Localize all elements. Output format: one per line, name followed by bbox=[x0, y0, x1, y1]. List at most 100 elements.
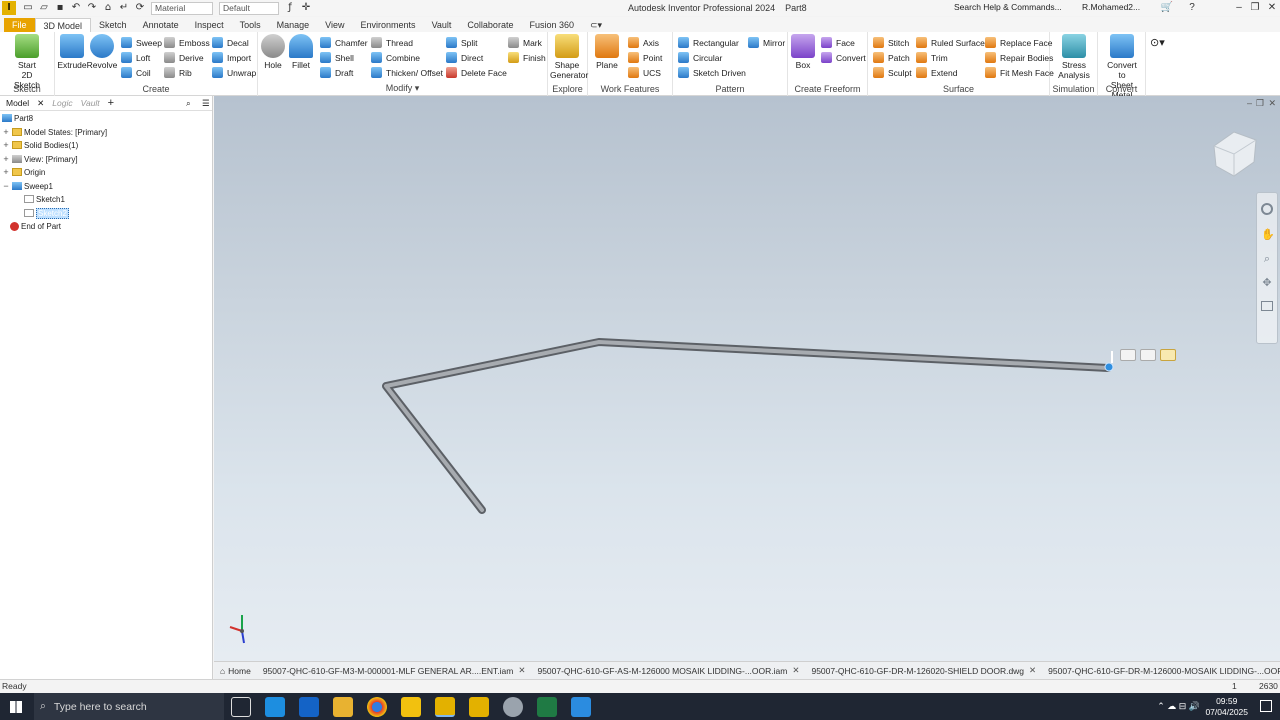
taskbar-search-input[interactable]: ⌕ Type here to search bbox=[34, 693, 224, 720]
stitch-button[interactable]: Stitch bbox=[873, 35, 909, 50]
file-explorer-icon[interactable] bbox=[333, 696, 353, 717]
loft-button[interactable]: Loft bbox=[121, 50, 150, 65]
delete-face-button[interactable]: Delete Face bbox=[446, 65, 507, 80]
panel-label-modify[interactable]: Modify ▾ bbox=[258, 83, 547, 94]
browser-tab-vault[interactable]: Vault bbox=[77, 98, 104, 108]
draft-button[interactable]: Draft bbox=[320, 65, 353, 80]
redo-icon[interactable]: ↷ bbox=[86, 2, 98, 14]
mini-toolbar-edit-icon[interactable] bbox=[1120, 349, 1136, 361]
system-tray-icons[interactable]: ⌃ ☁ ⊟ 🔊 bbox=[1157, 701, 1200, 712]
tab-3d-model[interactable]: 3D Model bbox=[34, 18, 92, 32]
clock[interactable]: 09:59 07/04/2025 bbox=[1205, 696, 1248, 718]
fit-mesh-face-button[interactable]: Fit Mesh Face bbox=[985, 65, 1054, 80]
tab-annotate[interactable]: Annotate bbox=[135, 18, 187, 32]
tree-node-end-of-part[interactable]: End of Part bbox=[10, 220, 61, 232]
cart-icon[interactable]: 🛒 bbox=[1159, 1, 1175, 15]
user-account[interactable]: R.Mohamed2... bbox=[1082, 2, 1140, 12]
patch-button[interactable]: Patch bbox=[873, 50, 910, 65]
new-icon[interactable]: ▭ bbox=[22, 2, 34, 14]
rib-button[interactable]: Rib bbox=[164, 65, 192, 80]
ucs-button[interactable]: UCS bbox=[628, 65, 661, 80]
vscode-icon[interactable] bbox=[571, 696, 591, 717]
freeform-convert-button[interactable]: Convert bbox=[821, 50, 866, 65]
doc-tab[interactable]: 95007-QHC-610-GF-DR-M-126000-MOSAIK LIDD… bbox=[1042, 665, 1280, 676]
sculpt-button[interactable]: Sculpt bbox=[873, 65, 912, 80]
minimize-icon[interactable]: – bbox=[1231, 1, 1247, 15]
axis-button[interactable]: Axis bbox=[628, 35, 659, 50]
point-button[interactable]: Point bbox=[628, 50, 662, 65]
repair-bodies-button[interactable]: Repair Bodies bbox=[985, 50, 1053, 65]
replace-face-button[interactable]: Replace Face bbox=[985, 35, 1052, 50]
view-cube-icon[interactable] bbox=[1213, 131, 1257, 177]
excel-icon[interactable] bbox=[537, 696, 557, 717]
browser-tab-model[interactable]: Model bbox=[2, 98, 33, 108]
measure-icon[interactable]: ✛ bbox=[300, 2, 312, 14]
chrome-icon[interactable] bbox=[367, 696, 387, 717]
tab-view[interactable]: View bbox=[317, 18, 352, 32]
open-icon[interactable]: ▱ bbox=[38, 2, 50, 14]
tab-file[interactable]: File bbox=[4, 18, 35, 32]
tab-vault[interactable]: Vault bbox=[424, 18, 460, 32]
trim-button[interactable]: Trim bbox=[916, 50, 948, 65]
orbit-icon[interactable]: ✥ bbox=[1261, 277, 1273, 289]
expand-icon[interactable]: + bbox=[2, 127, 10, 137]
finish-button[interactable]: Finish bbox=[508, 50, 546, 65]
home-icon[interactable]: ⌂ bbox=[102, 2, 114, 14]
browser-search-icon[interactable]: ⌕ bbox=[182, 98, 195, 109]
thread-button[interactable]: Thread bbox=[371, 35, 413, 50]
split-button[interactable]: Split bbox=[446, 35, 478, 50]
inventor-taskbar-icon[interactable] bbox=[435, 696, 455, 717]
zoom-icon[interactable]: ⌕ bbox=[1261, 253, 1273, 265]
direct-button[interactable]: Direct bbox=[446, 50, 483, 65]
task-view-icon[interactable] bbox=[231, 696, 251, 717]
rectangular-pattern-button[interactable]: Rectangular bbox=[678, 35, 739, 50]
tree-node-sweep1[interactable]: − Sweep1 bbox=[2, 180, 53, 192]
ruled-surface-button[interactable]: Ruled Surface bbox=[916, 35, 985, 50]
steering-wheel-icon[interactable] bbox=[1261, 203, 1273, 215]
fillet-button[interactable]: Fillet bbox=[284, 34, 318, 70]
tab-sketch[interactable]: Sketch bbox=[91, 18, 135, 32]
circular-pattern-button[interactable]: Circular bbox=[678, 50, 722, 65]
add-tab-icon[interactable]: + bbox=[104, 97, 118, 109]
close-tab-icon[interactable]: ✕ bbox=[792, 665, 799, 676]
doc-tab[interactable]: 95007-QHC-610-GF-M3-M-000001-MLF GENERAL… bbox=[257, 665, 532, 676]
expand-icon[interactable]: + bbox=[2, 140, 10, 150]
mirror-button[interactable]: Mirror bbox=[748, 35, 785, 50]
tree-node-sketch1[interactable]: Sketch1 bbox=[24, 193, 65, 205]
outlook-icon[interactable] bbox=[299, 696, 319, 717]
edge-icon[interactable] bbox=[265, 696, 285, 717]
tree-node-origin[interactable]: + Origin bbox=[2, 166, 45, 178]
tab-fusion-360[interactable]: Fusion 360 bbox=[521, 18, 582, 32]
mini-toolbar-properties-icon[interactable] bbox=[1160, 349, 1176, 361]
help-search-input[interactable]: Search Help & Commands... bbox=[954, 1, 1076, 14]
doc-tab[interactable]: 95007-QHC-610-GF-AS-M-126000 MOSAIK LIDD… bbox=[531, 665, 805, 676]
tree-node-sketch2[interactable]: Sketch2 bbox=[24, 207, 69, 219]
graphics-viewport[interactable]: – ❐ ✕ ✋ ⌕ ✥ bbox=[214, 96, 1280, 661]
extend-button[interactable]: Extend bbox=[916, 65, 957, 80]
undo-icon[interactable]: ↶ bbox=[70, 2, 82, 14]
ribbon-extra-options-icon[interactable]: ⊙▾ bbox=[1150, 35, 1165, 50]
tree-node-part[interactable]: Part8 bbox=[2, 112, 33, 124]
chamfer-button[interactable]: Chamfer bbox=[320, 35, 368, 50]
emboss-button[interactable]: Emboss bbox=[164, 35, 210, 50]
tab-environments[interactable]: Environments bbox=[353, 18, 424, 32]
collapse-icon[interactable]: − bbox=[2, 181, 10, 191]
import-button[interactable]: Import bbox=[212, 50, 251, 65]
tab-tools[interactable]: Tools bbox=[232, 18, 269, 32]
extrude-button[interactable]: Extrude bbox=[55, 34, 89, 70]
shape-generator-button[interactable]: Shape Generator bbox=[550, 34, 588, 80]
return-icon[interactable]: ↵ bbox=[118, 2, 130, 14]
sweep-button[interactable]: Sweep bbox=[121, 35, 162, 50]
start-sketch-button[interactable]: Start 2D Sketch bbox=[10, 34, 44, 90]
sticky-notes-icon[interactable] bbox=[401, 696, 421, 717]
tree-node-solid-bodies[interactable]: + Solid Bodies(1) bbox=[2, 139, 78, 151]
doc-tab-home[interactable]: ⌂ Home bbox=[214, 666, 257, 676]
tab-manage[interactable]: Manage bbox=[269, 18, 318, 32]
coil-button[interactable]: Coil bbox=[121, 65, 151, 80]
shell-button[interactable]: Shell bbox=[320, 50, 354, 65]
expand-icon[interactable]: + bbox=[2, 154, 10, 164]
thicken-offset-button[interactable]: Thicken/ Offset bbox=[371, 65, 443, 80]
vpn-icon[interactable] bbox=[503, 696, 523, 717]
notifications-icon[interactable] bbox=[1260, 700, 1272, 712]
maximize-icon[interactable]: ❐ bbox=[1247, 1, 1263, 15]
